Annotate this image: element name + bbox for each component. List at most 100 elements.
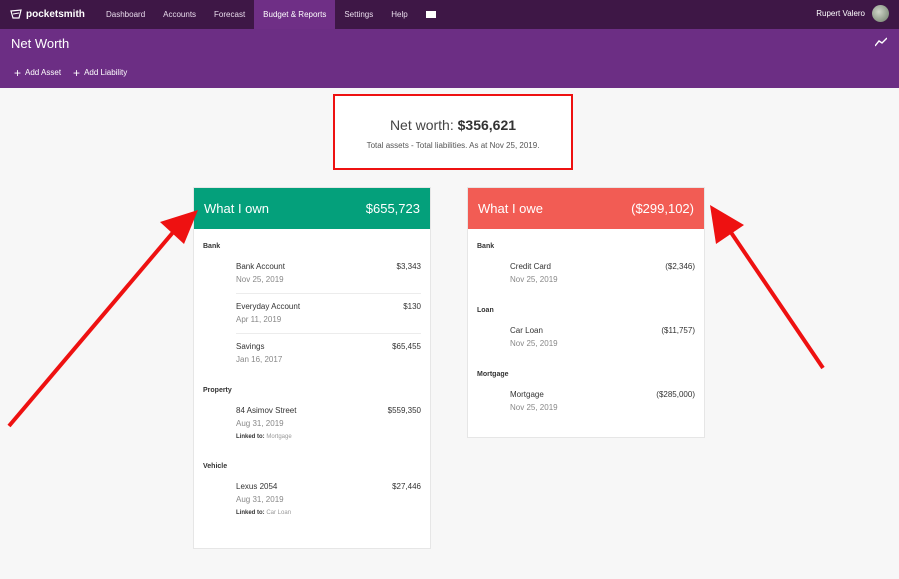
account-list: Car Loan Nov 25, 2019 ($11,757) <box>468 318 704 357</box>
account-amount: ($285,000) <box>656 390 695 399</box>
liabilities-card-header: What I owe ($299,102) <box>468 188 704 229</box>
assets-title: What I own <box>204 201 270 216</box>
account-name: Mortgage <box>510 390 544 399</box>
annotation-arrow-left <box>7 210 198 428</box>
account-list: Mortgage Nov 25, 2019 ($285,000) <box>468 382 704 421</box>
linked-to: Linked to: Mortgage <box>236 434 296 440</box>
net-worth-line: Net worth: $356,621 <box>335 117 571 133</box>
account-info: Credit Card Nov 25, 2019 <box>510 262 558 284</box>
net-worth-label: Net worth: <box>389 117 454 133</box>
group-label-loan: Loan <box>477 307 494 314</box>
account-date: Nov 25, 2019 <box>510 339 558 348</box>
account-amount: ($2,346) <box>665 262 695 271</box>
assets-groups: Bank Bank Account Nov 25, 2019 $3,343 Everyd… <box>194 229 430 525</box>
annotation-arrow-right <box>710 205 825 370</box>
group-label-property: Property <box>203 387 232 394</box>
linked-account: Mortgage <box>266 434 292 440</box>
account-amount: $559,350 <box>387 406 421 415</box>
account-list: Credit Card Nov 25, 2019 ($2,346) <box>468 254 704 293</box>
account-row[interactable]: Credit Card Nov 25, 2019 ($2,346) <box>510 254 695 293</box>
avatar <box>872 5 889 22</box>
account-row[interactable]: Everyday Account Apr 11, 2019 $130 <box>236 294 421 334</box>
nav-settings[interactable]: Settings <box>335 0 382 29</box>
linked-label: Linked to: <box>236 434 265 440</box>
brand-logo[interactable]: pocketsmith <box>10 8 85 20</box>
account-info: Mortgage Nov 25, 2019 <box>510 390 558 412</box>
net-worth-value: $356,621 <box>457 117 517 133</box>
group-label-mortgage: Mortgage <box>477 371 509 378</box>
nav-budget-reports[interactable]: Budget & Reports <box>254 0 336 29</box>
add-liability-label: Add Liability <box>84 68 128 77</box>
account-row[interactable]: Mortgage Nov 25, 2019 ($285,000) <box>510 382 695 421</box>
liabilities-groups: Bank Credit Card Nov 25, 2019 ($2,346) Loan C… <box>468 229 704 421</box>
nav-dashboard[interactable]: Dashboard <box>97 0 154 29</box>
linked-label: Linked to: <box>236 510 265 516</box>
account-list: Lexus 2054 Aug 31, 2019 Linked to: Car Loa… <box>194 474 430 525</box>
nav-help[interactable]: Help <box>382 0 416 29</box>
account-amount: $65,455 <box>392 342 421 351</box>
account-row[interactable]: Lexus 2054 Aug 31, 2019 Linked to: Car Loa… <box>236 474 421 525</box>
user-menu[interactable]: Rupert Valero <box>816 5 889 22</box>
page-header: Net Worth + Add Asset + Add Liability <box>0 29 899 88</box>
account-name: Bank Account <box>236 262 285 271</box>
account-date: Apr 11, 2019 <box>236 315 282 324</box>
liabilities-title: What I owe <box>478 201 544 216</box>
group-label-bank: Bank <box>477 243 495 250</box>
account-name: 84 Asimov Street <box>236 406 297 415</box>
assets-card-header: What I own $655,723 <box>194 188 430 229</box>
nav-accounts[interactable]: Accounts <box>154 0 205 29</box>
account-info: 84 Asimov Street Aug 31, 2019 Linked to: M… <box>236 406 296 440</box>
pocketsmith-logo-icon <box>10 9 22 19</box>
account-info: Bank Account Nov 25, 2019 <box>236 262 285 284</box>
account-info: Car Loan Nov 25, 2019 <box>510 326 558 348</box>
account-list: 84 Asimov Street Aug 31, 2019 Linked to: M… <box>194 398 430 449</box>
nav-forecast[interactable]: Forecast <box>205 0 254 29</box>
plus-icon: + <box>73 65 81 80</box>
assets-card: What I own $655,723 Bank Bank Account Nov … <box>193 187 431 549</box>
user-name: Rupert Valero <box>816 9 865 18</box>
plus-icon: + <box>14 65 22 80</box>
account-date: Jan 16, 2017 <box>236 355 283 364</box>
account-amount: $27,446 <box>392 482 421 491</box>
account-date: Nov 25, 2019 <box>510 275 558 284</box>
account-name: Credit Card <box>510 262 551 271</box>
net-worth-note: Total assets - Total liabilities. As at … <box>366 141 540 150</box>
assets-total: $655,723 <box>365 201 420 216</box>
group-label-vehicle: Vehicle <box>203 463 228 470</box>
group-label-bank: Bank <box>203 243 221 250</box>
account-info: Lexus 2054 Aug 31, 2019 Linked to: Car Loa… <box>236 482 291 516</box>
account-amount: $3,343 <box>396 262 421 271</box>
account-row[interactable]: Savings Jan 16, 2017 $65,455 <box>236 334 421 373</box>
nav-messages[interactable] <box>417 0 445 29</box>
page-title: Net Worth <box>11 36 70 51</box>
mail-icon <box>425 11 436 18</box>
liabilities-total: ($299,102) <box>631 201 694 216</box>
trend-chart-icon[interactable] <box>875 37 887 47</box>
account-name: Savings <box>236 342 265 351</box>
account-date: Nov 25, 2019 <box>510 403 558 412</box>
account-info: Everyday Account Apr 11, 2019 <box>236 302 300 324</box>
linked-to: Linked to: Car Loan <box>236 510 291 516</box>
account-name: Everyday Account <box>236 302 301 311</box>
account-name: Car Loan <box>510 326 543 335</box>
account-list: Bank Account Nov 25, 2019 $3,343 Everyday A… <box>194 254 430 373</box>
add-liability-button[interactable]: + Add Liability <box>73 65 128 80</box>
brand-name: pocketsmith <box>26 8 85 20</box>
top-nav: pocketsmith Dashboard Accounts Forecast … <box>0 0 899 29</box>
net-worth-summary: Net worth: $356,621 Total assets - Total… <box>333 94 573 170</box>
account-date: Nov 25, 2019 <box>236 275 284 284</box>
account-date: Aug 31, 2019 <box>236 495 284 504</box>
linked-account: Car Loan <box>266 510 292 516</box>
account-row[interactable]: Car Loan Nov 25, 2019 ($11,757) <box>510 318 695 357</box>
main-nav: Dashboard Accounts Forecast Budget & Rep… <box>97 0 445 29</box>
add-asset-label: Add Asset <box>25 68 62 77</box>
account-date: Aug 31, 2019 <box>236 419 284 428</box>
account-amount: ($11,757) <box>661 326 695 335</box>
header-actions: + Add Asset + Add Liability <box>14 65 128 80</box>
account-info: Savings Jan 16, 2017 <box>236 342 282 364</box>
account-amount: $130 <box>403 302 421 311</box>
account-name: Lexus 2054 <box>236 482 278 491</box>
add-asset-button[interactable]: + Add Asset <box>14 65 62 80</box>
account-row[interactable]: Bank Account Nov 25, 2019 $3,343 <box>236 254 421 294</box>
account-row[interactable]: 84 Asimov Street Aug 31, 2019 Linked to: M… <box>236 398 421 449</box>
